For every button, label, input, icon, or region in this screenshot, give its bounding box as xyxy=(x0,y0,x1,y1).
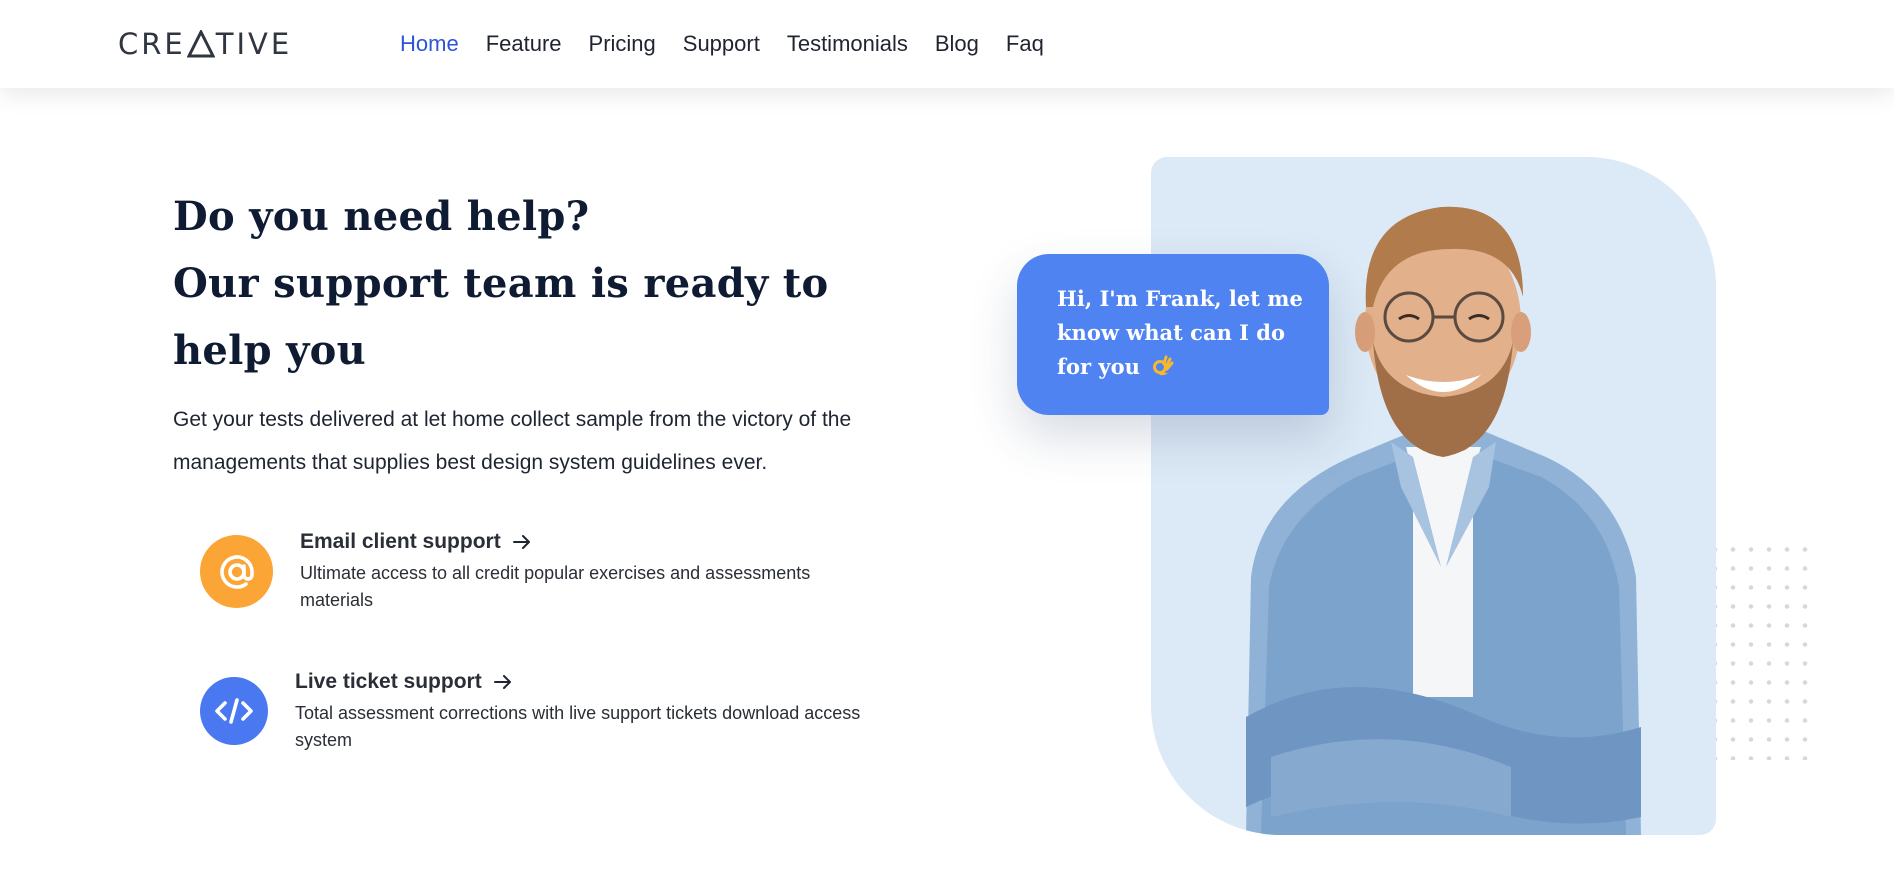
feature-email-title[interactable]: Email client support xyxy=(300,530,531,554)
ticket-support-label: Live ticket support xyxy=(295,670,482,693)
logo-text-suffix: TIVE xyxy=(215,27,293,61)
chat-message: Hi, I'm Frank, let me know what can I do… xyxy=(1057,282,1307,384)
chat-bubble[interactable]: Hi, I'm Frank, let me know what can I do… xyxy=(1017,254,1329,415)
logo[interactable]: CRE TIVE xyxy=(118,24,292,64)
code-icon xyxy=(215,698,253,724)
arrow-right-icon xyxy=(512,535,530,549)
nav-blog[interactable]: Blog xyxy=(935,26,979,62)
nav-testimonials[interactable]: Testimonials xyxy=(787,26,908,62)
nav-faq[interactable]: Faq xyxy=(1006,26,1044,62)
feature-ticket-description: Total assessment corrections with live s… xyxy=(295,703,861,750)
hero-headline: Do you need help? Our support team is re… xyxy=(173,183,893,384)
nav-pricing[interactable]: Pricing xyxy=(589,26,656,62)
main-nav: Home Feature Pricing Support Testimonial… xyxy=(400,26,1044,62)
email-support-label: Email client support xyxy=(300,530,501,553)
hero-description: Get your tests delivered at let home col… xyxy=(173,408,852,474)
nav-feature[interactable]: Feature xyxy=(486,26,562,62)
nav-home[interactable]: Home xyxy=(400,26,459,62)
ticket-badge xyxy=(200,677,268,745)
feature-email-description: Ultimate access to all credit popular ex… xyxy=(300,563,811,610)
feature-ticket-title[interactable]: Live ticket support xyxy=(295,670,512,694)
headline-line-1: Do you need help? xyxy=(173,193,590,240)
headline-line-2: Our support team is ready to help you xyxy=(173,260,829,374)
at-sign-icon xyxy=(219,554,254,589)
dot-pattern xyxy=(1706,540,1816,760)
email-badge xyxy=(200,535,273,608)
logo-triangle-icon xyxy=(186,30,215,58)
arrow-right-icon xyxy=(493,675,511,689)
chat-message-text: Hi, I'm Frank, let me know what can I do… xyxy=(1057,286,1303,379)
nav-support[interactable]: Support xyxy=(683,26,760,62)
logo-text-prefix: CRE xyxy=(118,27,186,61)
ok-hand-icon xyxy=(1153,355,1174,376)
site-header: CRE TIVE Home Feature Pricing Support Tes… xyxy=(0,0,1894,88)
